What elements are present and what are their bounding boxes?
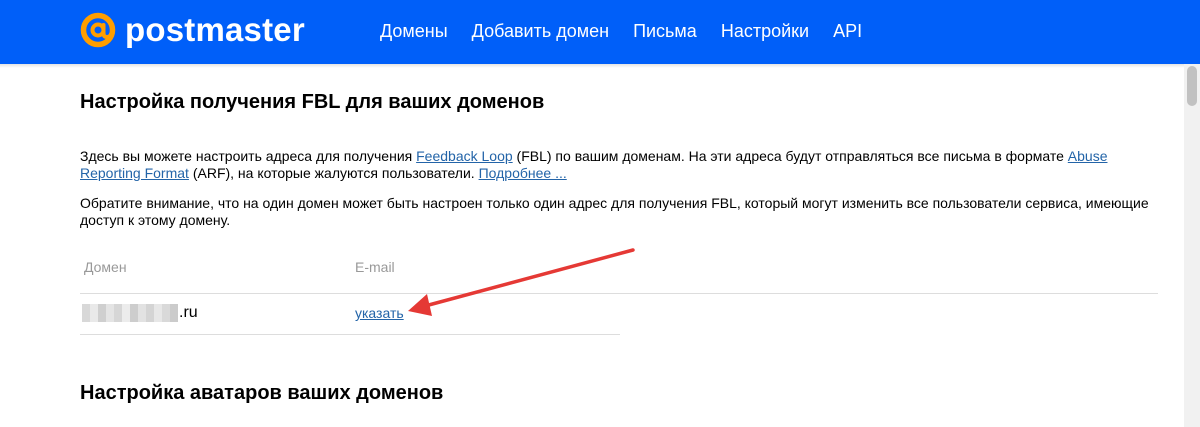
blurred-domain-name bbox=[82, 304, 178, 322]
fbl-section-title: Настройка получения FBL для ваших домено… bbox=[80, 91, 545, 113]
domain-column-header: Домен bbox=[84, 259, 127, 275]
scrollbar-thumb[interactable] bbox=[1187, 66, 1197, 106]
description-text-1: Здесь вы можете настроить адреса для пол… bbox=[80, 148, 417, 164]
nav-item-domains[interactable]: Домены bbox=[380, 20, 448, 42]
description-text-3: (ARF), на которые жалуются пользователи. bbox=[188, 165, 479, 181]
avatars-section-title: Настройка аватаров ваших доменов bbox=[80, 382, 444, 404]
nav-item-add-domain[interactable]: Добавить домен bbox=[472, 20, 609, 42]
header-shadow bbox=[0, 64, 1200, 68]
fbl-notice: Обратите внимание, что на один домен мож… bbox=[80, 195, 1149, 228]
table-row-divider bbox=[80, 334, 620, 335]
vertical-scrollbar[interactable] bbox=[1184, 64, 1200, 427]
at-sign-icon bbox=[80, 12, 116, 48]
domain-cell: .ru bbox=[82, 304, 198, 322]
description-text-2: (FBL) по вашим доменам. На эти адреса бу… bbox=[512, 148, 1068, 164]
logo-text: postmaster bbox=[125, 11, 305, 48]
domain-suffix: .ru bbox=[179, 304, 198, 321]
top-header: postmaster Домены Добавить домен Письма … bbox=[0, 0, 1200, 64]
feedback-loop-link[interactable]: Feedback Loop bbox=[416, 148, 513, 164]
fbl-description: Здесь вы можете настроить адреса для пол… bbox=[80, 148, 1160, 182]
postmaster-logo[interactable]: postmaster bbox=[80, 12, 305, 48]
specify-email-link[interactable]: указать bbox=[355, 305, 404, 321]
nav-item-letters[interactable]: Письма bbox=[633, 20, 697, 42]
main-nav: Домены Добавить домен Письма Настройки A… bbox=[380, 20, 886, 42]
more-info-link[interactable]: Подробнее ... bbox=[479, 165, 567, 181]
email-column-header: E-mail bbox=[355, 259, 395, 275]
nav-item-settings[interactable]: Настройки bbox=[721, 20, 809, 42]
nav-item-api[interactable]: API bbox=[833, 20, 862, 42]
table-header-divider bbox=[80, 293, 1158, 294]
